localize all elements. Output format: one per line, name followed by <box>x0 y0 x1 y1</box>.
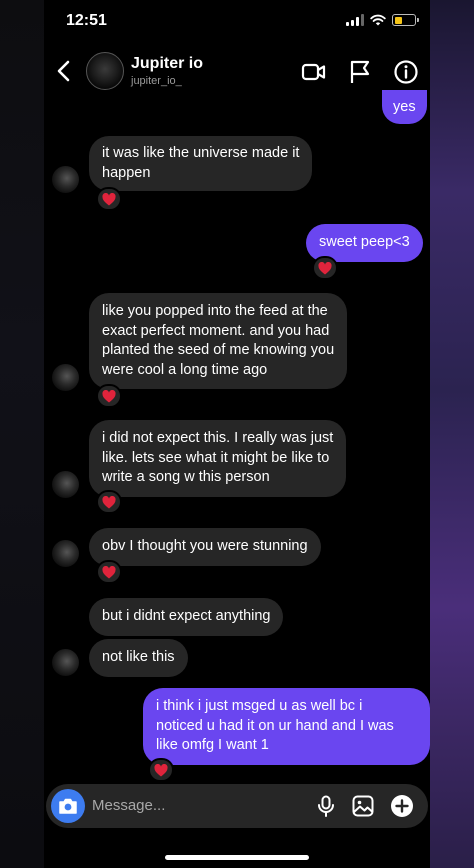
home-indicator <box>165 855 309 860</box>
heart-icon <box>318 261 332 274</box>
message-input[interactable]: Message... <box>92 797 165 814</box>
camera-button[interactable] <box>51 789 85 823</box>
heart-icon <box>102 565 116 578</box>
background-left-edge <box>0 0 44 868</box>
heart-reaction[interactable] <box>96 560 122 584</box>
heart-icon <box>102 495 116 508</box>
heart-icon <box>102 389 116 402</box>
heart-reaction[interactable] <box>96 384 122 408</box>
message-incoming[interactable]: like you popped into the feed at the exa… <box>89 293 348 389</box>
heart-reaction[interactable] <box>96 490 122 514</box>
sender-avatar[interactable] <box>52 540 79 567</box>
status-time: 12:51 <box>66 12 107 29</box>
message-incoming[interactable]: but i didnt expect anything <box>89 598 284 636</box>
camera-icon <box>59 798 77 814</box>
signal-icon <box>346 14 364 26</box>
message-incoming[interactable]: not like this <box>89 639 188 677</box>
heart-reaction[interactable] <box>148 758 174 782</box>
background-right-edge <box>430 0 474 868</box>
sender-avatar[interactable] <box>52 166 79 193</box>
sender-avatar[interactable] <box>52 471 79 498</box>
contact-avatar[interactable] <box>86 52 124 90</box>
message-incoming[interactable]: i did not expect this. I really was just… <box>89 420 347 497</box>
message-incoming[interactable]: it was like the universe made it happen <box>89 136 313 191</box>
message-composer[interactable]: Message... <box>46 784 428 828</box>
dm-screen: 12:51 Jupiter io jupiter_io_ yes it was … <box>44 0 430 868</box>
contact-username: jupiter_io_ <box>131 75 182 87</box>
status-bar: 12:51 <box>44 0 430 44</box>
message-outgoing[interactable]: i think i just msged u as well bc i noti… <box>143 688 430 765</box>
message-incoming[interactable]: obv I thought you were stunning <box>89 528 321 566</box>
status-icons <box>346 14 419 26</box>
heart-icon <box>102 192 116 205</box>
video-icon[interactable] <box>300 58 328 86</box>
message-outgoing[interactable]: yes <box>382 90 427 124</box>
image-icon[interactable] <box>351 794 375 818</box>
sender-avatar[interactable] <box>52 649 79 676</box>
heart-reaction[interactable] <box>312 256 338 280</box>
back-chevron-icon[interactable] <box>52 56 76 86</box>
contact-name[interactable]: Jupiter io <box>131 55 203 73</box>
heart-reaction[interactable] <box>96 187 122 211</box>
microphone-icon[interactable] <box>314 794 338 818</box>
battery-icon <box>392 14 419 26</box>
message-list: yes it was like the universe made it hap… <box>44 90 430 782</box>
sender-avatar[interactable] <box>52 364 79 391</box>
plus-icon[interactable] <box>390 794 414 818</box>
chat-header: Jupiter io jupiter_io_ <box>44 44 430 100</box>
info-icon[interactable] <box>392 58 420 86</box>
wifi-icon <box>370 14 386 26</box>
heart-icon <box>154 763 168 776</box>
flag-icon[interactable] <box>346 58 374 86</box>
